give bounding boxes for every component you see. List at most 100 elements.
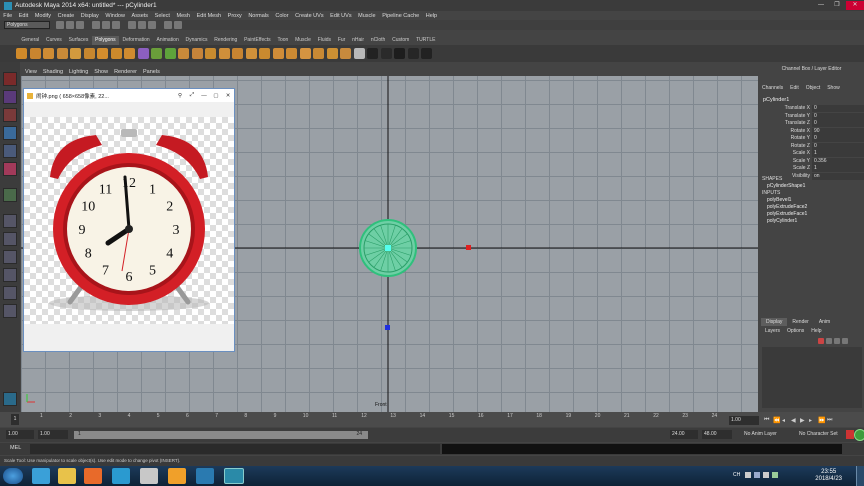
lasso-tool-icon[interactable] (3, 90, 17, 104)
input-node[interactable]: polyCylinder1 (767, 218, 797, 224)
poly-pipe-icon[interactable] (124, 48, 135, 59)
automatic-map-icon[interactable] (421, 48, 432, 59)
extrude-icon[interactable] (205, 48, 216, 59)
current-frame-marker[interactable]: 1 (11, 414, 19, 425)
boolean-icon[interactable] (191, 48, 203, 59)
render-view-icon[interactable] (164, 21, 172, 29)
play-forward-icon[interactable]: ▶ (800, 417, 809, 424)
attr-row[interactable]: Translate Z0 (759, 120, 864, 127)
channel-box-menu-object[interactable]: Object (806, 85, 827, 91)
shelf-tab-muscle[interactable]: Muscle (292, 36, 315, 45)
attr-row[interactable]: Translate Y0 (759, 112, 864, 120)
step-back-frame-icon[interactable]: ◂ (782, 417, 791, 424)
viewer-close-button[interactable]: ✕ (222, 93, 234, 99)
shape-node[interactable]: pCylinderShape1 (767, 183, 805, 189)
tray-app-icon[interactable] (772, 472, 778, 478)
input-language[interactable]: CH (733, 472, 740, 478)
layer-up-icon[interactable] (834, 338, 840, 344)
cylinder-object[interactable] (359, 219, 417, 277)
animation-end-field[interactable]: 48.00 (702, 430, 732, 439)
input-node[interactable]: polyBevel1 (767, 197, 791, 203)
new-scene-icon[interactable] (56, 21, 64, 29)
taskbar-ie-icon[interactable] (32, 468, 50, 484)
persp-graph-layout-icon[interactable] (3, 268, 17, 282)
shelf-tab-ncloth[interactable]: nCloth (367, 36, 388, 45)
menu-edit-mesh[interactable]: Edit Mesh (193, 13, 224, 19)
reduce-icon[interactable] (340, 48, 351, 59)
step-back-key-icon[interactable]: ⏪ (773, 417, 782, 424)
layer-menu-help[interactable]: Help (811, 328, 828, 334)
maximize-button[interactable]: ❐ (830, 1, 844, 10)
current-time-field[interactable]: 1.00 (729, 416, 759, 425)
menu-select[interactable]: Select (151, 13, 173, 19)
shelf-tab-rendering[interactable]: Rendering (211, 36, 241, 45)
attr-row[interactable]: Rotate Y0 (759, 135, 864, 142)
channel-box-menu-show[interactable]: Show (827, 85, 847, 91)
collapse-icon[interactable] (313, 48, 324, 59)
attr-row[interactable]: Translate X0 (759, 105, 864, 112)
select-component-icon[interactable] (112, 21, 120, 29)
input-node[interactable]: polyExtrudeFace1 (767, 211, 807, 217)
start-button[interactable] (3, 468, 23, 484)
poly-pyramid-icon[interactable] (110, 48, 122, 59)
viewport-menu-renderer[interactable]: Renderer (114, 69, 143, 75)
playback-end-field[interactable]: 24.00 (670, 430, 698, 439)
scale-x-handle[interactable] (466, 245, 471, 250)
shelf-tab-general[interactable]: General (18, 36, 43, 45)
layer-menu-layers[interactable]: Layers (765, 328, 787, 334)
taskbar-media-icon[interactable] (84, 468, 102, 484)
merge-icon[interactable] (299, 48, 311, 59)
menu-mesh[interactable]: Mesh (173, 13, 193, 19)
render-icon[interactable] (174, 21, 182, 29)
move-tool-icon[interactable] (3, 126, 17, 140)
snap-grid-icon[interactable] (128, 21, 136, 29)
shelf-tab-polygons[interactable]: Polygons (91, 36, 120, 45)
shelf-tab-nhair[interactable]: nHair (349, 36, 368, 45)
script-editor-icon[interactable] (854, 429, 864, 441)
auto-key-icon[interactable] (846, 430, 854, 439)
taskbar-player-icon[interactable] (112, 468, 130, 484)
persp-uv-layout-icon[interactable] (3, 304, 17, 318)
select-hierarchy-icon[interactable] (92, 21, 100, 29)
poly-cone-icon[interactable] (56, 48, 68, 59)
paint-select-icon[interactable] (3, 108, 17, 122)
shelf-tab-fluids[interactable]: Fluids (314, 36, 334, 45)
separate-icon[interactable] (151, 48, 162, 59)
input-node[interactable]: polyExtrudeFace2 (767, 204, 807, 210)
open-scene-icon[interactable] (66, 21, 74, 29)
poly-torus-icon[interactable] (83, 48, 95, 59)
snap-curve-icon[interactable] (138, 21, 146, 29)
layer-tab-display[interactable]: Display (761, 318, 788, 326)
snap-point-icon[interactable] (148, 21, 156, 29)
hypershade-layout-icon[interactable] (3, 286, 17, 300)
menu-modify[interactable]: Modify (32, 13, 55, 19)
menu-pipeline-cache[interactable]: Pipeline Cache (379, 13, 423, 19)
taskbar-explorer-icon[interactable] (58, 468, 76, 484)
playback-start-field[interactable]: 1.00 (38, 430, 68, 439)
attr-row[interactable]: Scale Y 0.356 (759, 157, 864, 165)
go-to-start-icon[interactable]: ⏮ (764, 417, 773, 424)
taskbar-app-icon[interactable] (140, 468, 158, 484)
attr-row[interactable]: Scale X1 (759, 150, 864, 157)
smooth-icon[interactable] (178, 48, 189, 59)
channel-box-menu-channels[interactable]: Channels (762, 85, 790, 91)
minimize-button[interactable]: — (814, 1, 828, 10)
shelf-tab-custom[interactable]: Custom (389, 36, 413, 45)
channel-box-menu-edit[interactable]: Edit (790, 85, 806, 91)
poly-cylinder-icon[interactable] (43, 48, 54, 59)
range-slider[interactable]: 1 24 (74, 431, 368, 439)
viewer-pin-icon[interactable]: ⚲ (174, 93, 186, 99)
viewport-menu-lighting[interactable]: Lighting (69, 69, 94, 75)
viewport-menu-view[interactable]: View (25, 69, 43, 75)
menu-edit[interactable]: Edit (15, 13, 31, 19)
taskbar-maya-icon[interactable] (224, 468, 244, 484)
shelf-tab-toon[interactable]: Toon (274, 36, 292, 45)
go-to-end-icon[interactable]: ⏭ (827, 417, 836, 424)
uv-editor-icon[interactable] (380, 48, 392, 59)
checker-uv-icon[interactable] (367, 48, 378, 59)
poly-sphere-icon[interactable] (16, 48, 27, 59)
attr-row[interactable]: Scale Z1 (759, 165, 864, 172)
attr-row[interactable]: Rotate Z0 (759, 142, 864, 150)
select-object-icon[interactable] (102, 21, 110, 29)
character-set-label[interactable]: No Character Set (799, 431, 838, 437)
